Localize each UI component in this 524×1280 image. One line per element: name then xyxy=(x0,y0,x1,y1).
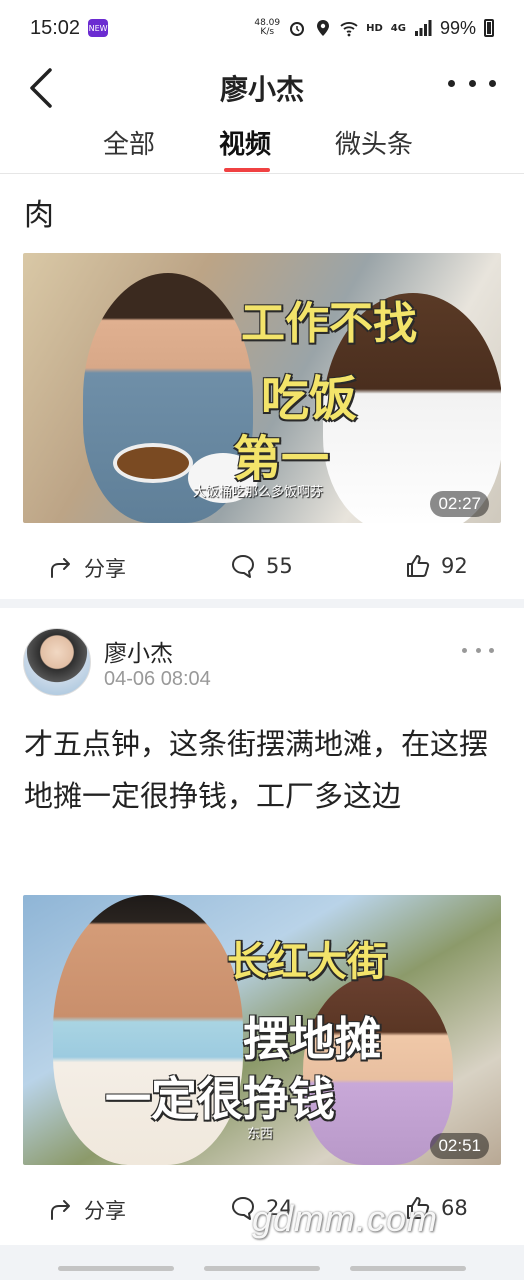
video-thumbnail[interactable]: 工作不找 吃饭 第一 大饭桶吃那么多饭啊芬 02:27 xyxy=(23,253,501,523)
post-text[interactable]: 才五点钟，这条街摆满地滩，在这摆地摊一定很挣钱，工厂多这边 xyxy=(24,718,504,822)
share-button[interactable]: 分享 xyxy=(48,1195,126,1225)
author-name[interactable]: 廖小杰 xyxy=(104,634,173,668)
video-subtitle: 东西 xyxy=(247,1127,274,1142)
signal-icon xyxy=(414,20,432,36)
active-tab-indicator xyxy=(224,168,270,172)
net-speed: 48.09 K/s xyxy=(254,18,281,37)
section-divider xyxy=(0,599,524,608)
wifi-icon xyxy=(340,22,358,37)
post-timestamp: 04-06 08:04 xyxy=(104,668,211,690)
status-indicators: 48.09 K/s HD 4G 99% xyxy=(254,18,494,39)
like-count: 92 xyxy=(441,554,468,578)
share-icon xyxy=(51,558,70,578)
more-options-icon[interactable] xyxy=(448,80,496,92)
video-duration: 02:51 xyxy=(430,1133,489,1159)
food-bowl xyxy=(113,443,193,483)
thumbs-up-icon xyxy=(407,555,430,577)
share-icon xyxy=(51,1200,70,1220)
bottom-strip xyxy=(0,1245,524,1280)
video-thumbnail[interactable]: 长红大街 摆地摊 一定很挣钱 东西 02:51 xyxy=(23,895,501,1165)
video-caption: 摆地摊 xyxy=(243,1012,381,1066)
share-label: 分享 xyxy=(84,1199,126,1223)
nav-bar: 廖小杰 xyxy=(0,56,524,120)
video-caption: 工作不找 xyxy=(241,298,417,349)
post-more-icon[interactable] xyxy=(462,648,494,654)
alarm-icon xyxy=(290,22,305,36)
post-actions: 分享 55 92 xyxy=(0,543,524,593)
author-avatar[interactable] xyxy=(23,628,91,696)
signal-type: 4G xyxy=(390,22,406,34)
app-badge-icon: NEW xyxy=(88,19,109,37)
comment-count: 55 xyxy=(266,554,293,578)
tab-bar: 全部 视频 微头条 xyxy=(0,120,524,174)
video-caption: 第一 xyxy=(233,431,330,487)
video-caption: 一定很挣钱 xyxy=(105,1072,335,1126)
status-bar: 15:02 NEW 48.09 K/s HD 4G 99% xyxy=(0,0,524,56)
comment-button[interactable]: 55 xyxy=(230,553,293,579)
tabs-divider xyxy=(0,173,524,174)
status-time: 15:02 xyxy=(30,16,81,39)
bottom-bar-segment xyxy=(204,1266,320,1271)
tab-video[interactable]: 视频 xyxy=(219,124,271,161)
page-title: 廖小杰 xyxy=(219,73,304,106)
bottom-bar-segment xyxy=(350,1266,466,1271)
share-button[interactable]: 分享 xyxy=(48,553,126,583)
comment-icon xyxy=(232,555,254,578)
video-caption: 长红大街 xyxy=(227,939,387,985)
battery-icon xyxy=(484,19,494,37)
tab-micro-headline[interactable]: 微头条 xyxy=(335,124,413,161)
post-text[interactable]: 肉 xyxy=(24,190,54,234)
battery-percent: 99% xyxy=(439,17,476,38)
bottom-bar-segment xyxy=(58,1266,174,1271)
network-type: HD xyxy=(366,22,383,34)
video-duration: 02:27 xyxy=(430,491,489,517)
share-label: 分享 xyxy=(84,557,126,581)
watermark: gdmm.com xyxy=(252,1198,439,1239)
location-icon xyxy=(317,20,330,36)
tab-all[interactable]: 全部 xyxy=(103,124,155,161)
like-button[interactable]: 92 xyxy=(405,553,468,579)
video-subtitle: 大饭桶吃那么多饭啊芬 xyxy=(193,485,324,500)
like-count: 68 xyxy=(441,1196,468,1220)
